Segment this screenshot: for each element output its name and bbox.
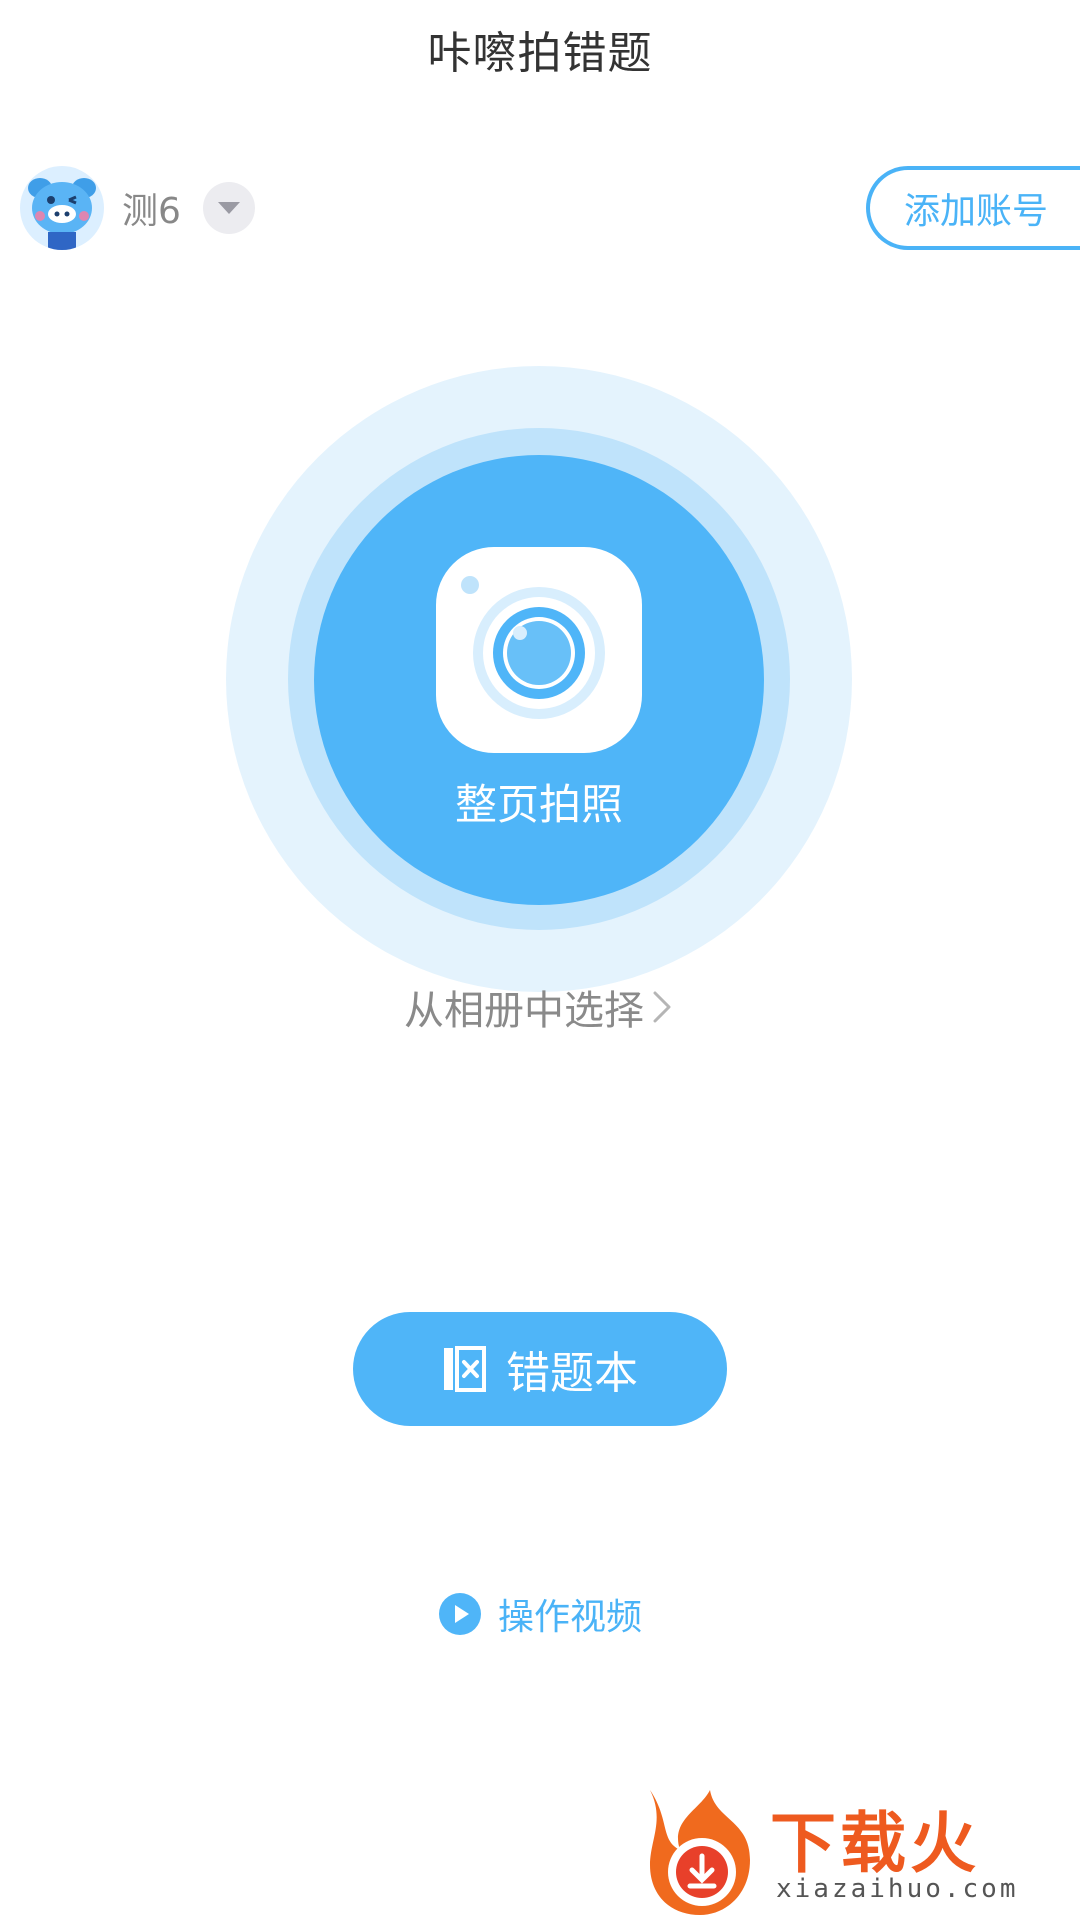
- tutorial-video-label: 操作视频: [497, 1597, 642, 1638]
- pig-mascot-icon: [28, 178, 96, 250]
- camera-icon: [436, 547, 642, 753]
- play-circle-icon: [438, 1593, 481, 1635]
- account-selector[interactable]: 测6: [20, 166, 255, 250]
- chevron-right-icon: [653, 991, 671, 1023]
- mistake-book-label: 错题本: [506, 1348, 638, 1399]
- triangle-down-icon: [217, 202, 240, 214]
- book-icon: [444, 1346, 486, 1392]
- account-name: 测6: [122, 191, 181, 232]
- avatar[interactable]: [20, 166, 104, 250]
- flame-download-icon: [650, 1790, 750, 1915]
- page: 咔嚓拍错题 测6 添加账号 整页拍照 从相册中选择 错题本 操作视频 下载火 x…: [0, 0, 1080, 1920]
- full-page-photo-button[interactable]: 整页拍照: [314, 455, 764, 905]
- choose-from-album-link[interactable]: 从相册中选择: [0, 978, 1080, 1036]
- choose-from-album-label: 从相册中选择: [404, 988, 644, 1034]
- watermark-brand: 下载火: [770, 1805, 980, 1882]
- watermark-url: xiazaihuo.com: [776, 1874, 1019, 1904]
- tutorial-video-link[interactable]: 操作视频: [0, 1588, 1080, 1640]
- full-page-photo-label: 整页拍照: [454, 780, 623, 829]
- add-account-button[interactable]: 添加账号: [866, 166, 1080, 250]
- page-title: 咔嚓拍错题: [427, 28, 653, 79]
- mistake-book-button[interactable]: 错题本: [353, 1312, 727, 1426]
- account-dropdown-button[interactable]: [202, 182, 255, 234]
- watermark-logo: 下载火 xiazaihuo.com: [640, 1780, 1080, 1920]
